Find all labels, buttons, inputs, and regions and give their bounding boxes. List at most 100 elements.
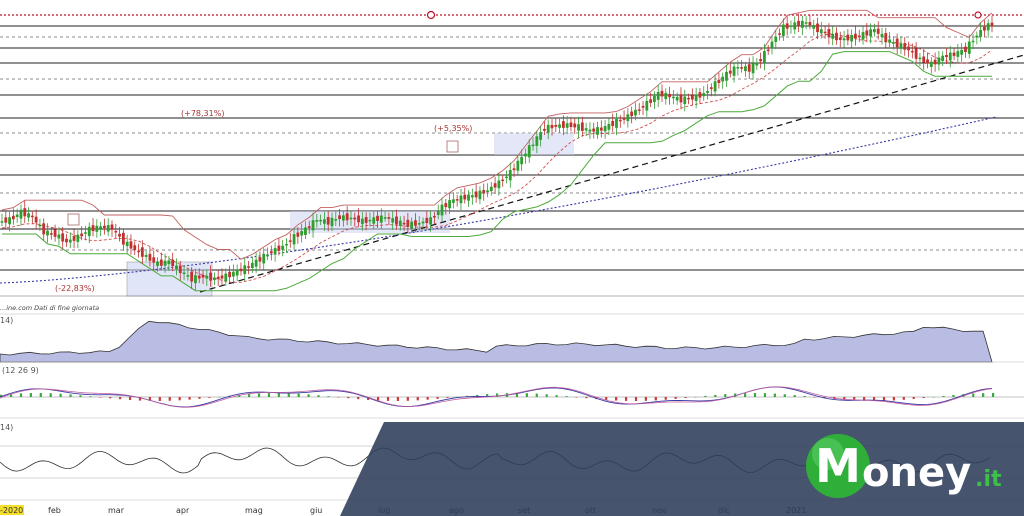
macd-bar-positive: [545, 394, 548, 397]
candle-bear: [728, 70, 732, 74]
x-tick-label: -2020: [0, 506, 23, 515]
candle-bull: [937, 57, 941, 65]
candle-bear: [910, 50, 914, 53]
brand-rest: oney: [862, 450, 971, 496]
logo-letter: M: [815, 439, 861, 493]
resistance-marker: [426, 10, 436, 20]
support-trendline: [199, 54, 1024, 293]
candle-bull: [565, 123, 569, 128]
candle-bull: [979, 29, 983, 37]
candle-bear: [865, 30, 869, 36]
x-tick-label: feb: [48, 506, 61, 515]
candle-bull: [497, 180, 501, 189]
macd-bar-positive: [803, 396, 806, 397]
macd-bar-negative: [178, 397, 181, 401]
candle-bear: [171, 259, 175, 267]
candle-bear: [690, 95, 694, 100]
candle-bull: [467, 194, 470, 201]
macd-bar-positive: [714, 394, 717, 397]
candle-bear: [338, 215, 341, 220]
marker-square: [446, 140, 459, 153]
candle-bull: [653, 95, 656, 102]
macd-bar-negative: [892, 397, 895, 401]
macd-bar-positive: [218, 396, 221, 398]
candle-bear: [854, 33, 857, 39]
macd-bar-negative: [128, 397, 132, 401]
candle-bull: [880, 33, 884, 38]
money-watermark: M oney .it: [340, 422, 1024, 516]
macd-bar-positive: [257, 393, 261, 397]
macd-bar-negative: [158, 397, 161, 401]
candle-bull: [99, 226, 103, 229]
candle-bear: [493, 183, 497, 188]
macd-bar-negative: [208, 397, 211, 398]
candle-bull: [273, 248, 277, 255]
candle-bull: [436, 211, 440, 216]
candle-bull: [546, 124, 550, 133]
candle-bear: [630, 111, 634, 117]
candle-bear: [778, 33, 781, 35]
candle-bear: [569, 122, 573, 128]
candle-bull: [300, 231, 304, 236]
candle-bear: [11, 215, 15, 220]
macd-bar-negative: [684, 397, 687, 398]
oscillator-panel-label: 14): [0, 423, 13, 432]
candle-bull: [235, 269, 239, 276]
candle-bull: [410, 221, 414, 229]
candle-bear: [698, 92, 702, 98]
candle-bear: [140, 247, 144, 257]
macd-bar-positive: [49, 393, 52, 397]
candle-bear: [717, 79, 721, 84]
candle-bear: [740, 67, 744, 69]
candle-bull: [656, 92, 660, 100]
macd-bar-negative: [386, 397, 390, 401]
candle-bull: [725, 71, 728, 81]
candle-bull: [486, 190, 489, 192]
candle-bear: [660, 90, 664, 97]
volatility-panel: [0, 313, 1024, 363]
candle-bull: [721, 76, 725, 82]
candle-bear: [679, 94, 683, 103]
candle-bear: [433, 215, 436, 218]
candle-bull: [842, 38, 846, 41]
candle-bear: [444, 203, 448, 208]
macd-bar-negative: [912, 397, 915, 399]
candle-bull: [379, 215, 383, 223]
macd-bar-positive: [267, 393, 271, 397]
candle-bull: [744, 66, 747, 72]
candle-bull: [15, 214, 19, 217]
x-tick-label: mar: [108, 506, 125, 515]
candle-bull: [448, 200, 451, 209]
candle-bull: [95, 225, 99, 232]
candle-bull: [918, 57, 922, 60]
candle-bear: [561, 121, 565, 128]
macd-bar-negative: [406, 397, 409, 401]
candle-bear: [785, 23, 789, 29]
macd-bar-negative: [347, 397, 350, 399]
candle-bear: [554, 124, 558, 127]
candle-bear: [797, 20, 800, 27]
candle-bear: [61, 233, 65, 242]
candle-bear: [414, 220, 417, 226]
candle-bull: [831, 33, 835, 39]
candle-bear: [463, 194, 467, 200]
candle-bull: [713, 81, 717, 92]
candle-bear: [201, 274, 205, 278]
macd-bar-positive: [79, 395, 82, 397]
candle-bear: [599, 127, 603, 131]
macd-bar-negative: [664, 397, 667, 400]
marker-square: [67, 213, 80, 226]
chart-stage: (+78,31%) (+5,35%) (-22,83%) ...ine.com …: [0, 0, 1024, 516]
candle-bull: [929, 61, 933, 67]
candle-bear: [118, 233, 121, 237]
candle-bear: [637, 109, 641, 111]
green-sphere-icon: M: [806, 434, 870, 498]
macd-bar-negative: [198, 397, 201, 399]
candle-bull: [793, 22, 797, 30]
candle-bull: [421, 221, 425, 224]
macd-bar-negative: [575, 397, 578, 398]
candle-bull: [505, 176, 508, 179]
candle-bull: [603, 126, 607, 132]
candle-bear: [228, 271, 231, 278]
candle-bear: [129, 241, 133, 249]
